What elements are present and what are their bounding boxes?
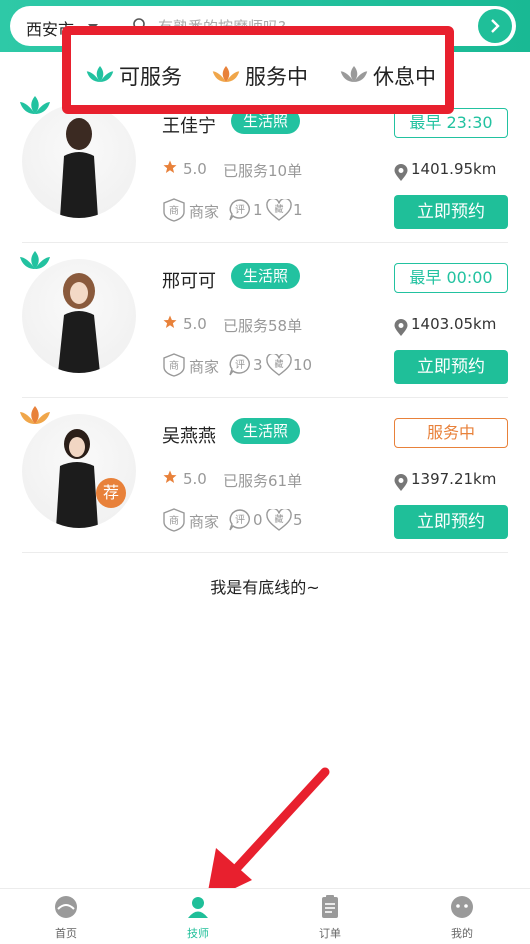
served-count: 已服务61单	[223, 472, 303, 490]
tab-therapist[interactable]: 技师	[168, 895, 228, 941]
rating-value: 5.0	[183, 315, 207, 333]
search-submit-button[interactable]	[478, 9, 512, 43]
shop-label: 商家	[189, 513, 220, 531]
tab-profile[interactable]: 我的	[432, 895, 492, 941]
end-of-list-note: 我是有底线的~	[210, 578, 320, 597]
svg-text:评: 评	[235, 359, 245, 371]
card-divider	[22, 552, 508, 553]
shop-label: 商家	[189, 203, 220, 221]
favorite-icon: 藏	[266, 509, 292, 531]
served-count: 已服务10单	[223, 162, 303, 180]
location-pin-icon	[394, 164, 408, 181]
recommend-badge: 荐	[96, 478, 126, 508]
avatar[interactable]	[22, 104, 136, 218]
distance-value: 1403.05km	[411, 315, 497, 333]
location-pin-icon	[394, 474, 408, 491]
svg-text:商: 商	[169, 514, 179, 527]
shop-icon: 商	[163, 353, 185, 377]
comment-icon: 评	[229, 354, 250, 376]
bottom-tab-bar: 首页 技师 订单 我的	[0, 888, 530, 944]
shop-icon: 商	[163, 508, 185, 532]
distance-value: 1401.95km	[411, 160, 497, 178]
lotus-resting-icon	[340, 66, 368, 82]
svg-text:藏: 藏	[274, 513, 283, 525]
home-icon	[55, 896, 77, 918]
shop-label: 商家	[189, 358, 220, 376]
tab-orders-label: 订单	[319, 927, 341, 940]
tab-home[interactable]: 首页	[36, 895, 96, 941]
book-now-button[interactable]: 立即预约	[394, 350, 508, 384]
star-icon	[163, 315, 177, 328]
location-pin-icon	[394, 319, 408, 336]
favorite-icon: 藏	[266, 354, 292, 376]
legend-resting: 休息中	[340, 61, 436, 91]
chevron-right-icon	[491, 19, 500, 33]
comment-count: 0	[253, 511, 263, 529]
tab-therapist-label: 技师	[187, 927, 209, 940]
rating-value: 5.0	[183, 470, 207, 488]
legend-busy: 服务中	[212, 61, 308, 91]
star-icon	[163, 160, 177, 173]
book-now-button[interactable]: 立即预约	[394, 195, 508, 229]
shop-icon: 商	[163, 198, 185, 222]
favorite-count: 5	[293, 511, 303, 529]
legend-available: 可服务	[86, 61, 182, 91]
svg-text:评: 评	[235, 514, 245, 526]
rating-value: 5.0	[183, 160, 207, 178]
legend-resting-label: 休息中	[373, 65, 436, 89]
favorite-count: 1	[293, 201, 303, 219]
svg-text:商: 商	[169, 204, 179, 217]
earliest-time-button[interactable]: 最早 00:00	[394, 263, 508, 293]
svg-text:藏: 藏	[274, 203, 283, 215]
served-count: 已服务58单	[223, 317, 303, 335]
legend-available-label: 可服务	[119, 65, 182, 89]
tab-profile-label: 我的	[451, 927, 473, 940]
therapist-name: 王佳宁	[162, 116, 216, 137]
status-busy-button[interactable]: 服务中	[394, 418, 508, 448]
life-photo-tag[interactable]: 生活照	[231, 418, 301, 444]
lotus-available-icon	[86, 66, 114, 82]
comment-count: 1	[253, 201, 263, 219]
svg-text:商: 商	[169, 359, 179, 372]
therapist-name: 邢可可	[162, 271, 216, 292]
book-now-button[interactable]: 立即预约	[394, 505, 508, 539]
legend-busy-label: 服务中	[245, 65, 308, 89]
svg-text:评: 评	[235, 204, 245, 216]
therapist-name: 吴燕燕	[162, 426, 216, 447]
profile-icon	[451, 896, 473, 918]
order-icon	[322, 895, 338, 918]
tab-orders[interactable]: 订单	[300, 895, 360, 941]
star-icon	[163, 470, 177, 483]
svg-text:藏: 藏	[274, 358, 283, 370]
status-legend: 可服务 服务中 休息中	[62, 26, 454, 114]
avatar[interactable]	[22, 259, 136, 373]
therapist-icon	[188, 897, 208, 918]
lotus-busy-icon	[212, 66, 240, 82]
favorite-icon: 藏	[266, 199, 292, 221]
tab-home-label: 首页	[55, 927, 77, 940]
therapist-card-3[interactable]: 荐 吴燕燕 生活照 5.0 已服务61单 商 商家 评 0 藏 5 服务中 13…	[0, 398, 530, 553]
avatar[interactable]	[22, 414, 136, 528]
favorite-count: 10	[293, 356, 313, 374]
comment-count: 3	[253, 356, 263, 374]
therapist-card-2[interactable]: 邢可可 生活照 5.0 已服务58单 商 商家 评 3 藏 10 最早 00:0…	[0, 243, 530, 398]
comment-icon: 评	[229, 199, 250, 221]
life-photo-tag[interactable]: 生活照	[231, 263, 301, 289]
distance-value: 1397.21km	[411, 470, 497, 488]
comment-icon: 评	[229, 509, 250, 531]
